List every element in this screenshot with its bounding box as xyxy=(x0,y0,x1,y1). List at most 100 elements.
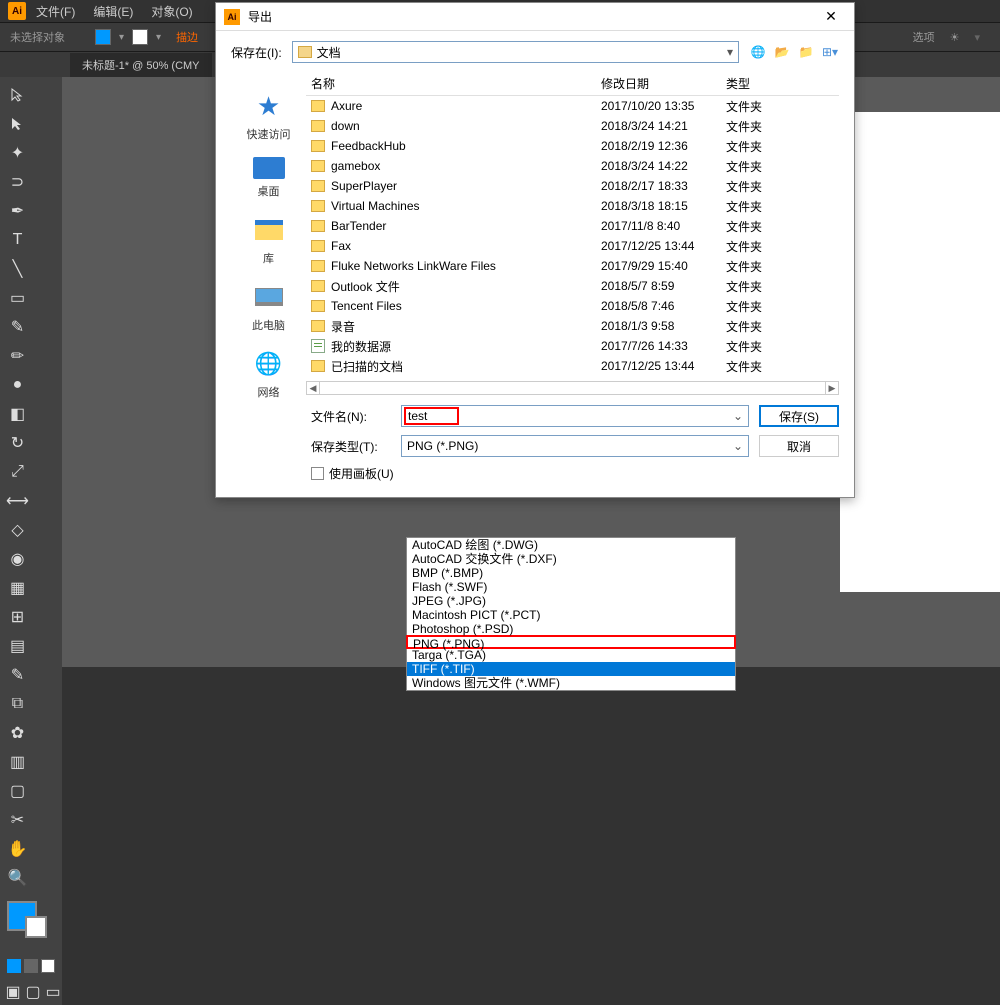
menu-file[interactable]: 文件(F) xyxy=(36,3,75,20)
location-dropdown[interactable]: 文档 xyxy=(292,41,739,63)
filetype-dropdown[interactable]: PNG (*.PNG) xyxy=(401,435,749,457)
dropdown-option[interactable]: Photoshop (*.PSD) xyxy=(407,622,735,636)
fill-dropdown-icon[interactable]: ▾ xyxy=(119,32,124,43)
library-icon xyxy=(253,214,285,246)
sidebar-quickaccess[interactable]: ★ 快速访问 xyxy=(247,90,291,142)
menu-edit[interactable]: 编辑(E) xyxy=(93,3,133,20)
screen-mode-2[interactable]: ▢ xyxy=(24,983,42,1001)
scale-tool[interactable]: ⤢ xyxy=(4,458,31,485)
file-row[interactable]: 我的数据源2017/7/26 14:33文件夹 xyxy=(306,336,839,356)
eraser-tool[interactable]: ◧ xyxy=(4,400,31,427)
document-tab[interactable]: 未标题-1* @ 50% (CMY xyxy=(70,53,212,77)
sidebar-computer[interactable]: 此电脑 xyxy=(252,281,285,333)
tools-panel: ✦ ⊃ ✒ T ╲ ▭ ✎ ✏ ● ◧ ↻ ⤢ ⟷ ◇ ◉ ▦ ⊞ ▤ ✎ ⧉ … xyxy=(0,77,62,1005)
header-type[interactable]: 类型 xyxy=(726,75,750,92)
scroll-left[interactable]: ◀ xyxy=(306,381,320,395)
file-row[interactable]: FeedbackHub2018/2/19 12:36文件夹 xyxy=(306,136,839,156)
computer-icon xyxy=(253,281,285,313)
sidebar-network[interactable]: 🌐 网络 xyxy=(253,348,285,400)
scroll-right[interactable]: ▶ xyxy=(825,381,839,395)
menu-object[interactable]: 对象(O) xyxy=(151,3,192,20)
dropdown-option[interactable]: TIFF (*.TIF) xyxy=(407,662,735,676)
file-row[interactable]: Axure2017/10/20 13:35文件夹 xyxy=(306,96,839,116)
header-date[interactable]: 修改日期 xyxy=(601,75,726,92)
perspective-tool[interactable]: ▦ xyxy=(4,574,31,601)
slice-tool[interactable]: ✂ xyxy=(4,806,31,833)
width-tool[interactable]: ⟷ xyxy=(4,487,31,514)
brightness-icon[interactable]: ☀ xyxy=(950,31,960,44)
dropdown-option[interactable]: AutoCAD 交换文件 (*.DXF) xyxy=(407,552,735,566)
mesh-tool[interactable]: ⊞ xyxy=(4,603,31,630)
shape-builder-tool[interactable]: ◉ xyxy=(4,545,31,572)
paintbrush-tool[interactable]: ✎ xyxy=(4,313,31,340)
back-icon[interactable]: 🌐 xyxy=(749,43,767,61)
pen-tool[interactable]: ✒ xyxy=(4,197,31,224)
dialog-title: 导出 xyxy=(248,8,816,25)
dropdown-option[interactable]: PNG (*.PNG) xyxy=(406,635,736,649)
filename-input[interactable]: test xyxy=(401,405,749,427)
line-tool[interactable]: ╲ xyxy=(4,255,31,282)
dropdown-option[interactable]: Macintosh PICT (*.PCT) xyxy=(407,608,735,622)
blob-brush-tool[interactable]: ● xyxy=(4,371,31,398)
file-row[interactable]: gamebox2018/3/24 14:22文件夹 xyxy=(306,156,839,176)
file-row[interactable]: Virtual Machines2018/3/18 18:15文件夹 xyxy=(306,196,839,216)
file-row[interactable]: Fluke Networks LinkWare Files2017/9/29 1… xyxy=(306,256,839,276)
stroke-dropdown-icon[interactable]: ▾ xyxy=(156,32,161,43)
close-button[interactable]: ✕ xyxy=(816,3,846,31)
swatch-none[interactable] xyxy=(41,959,55,973)
pencil-tool[interactable]: ✏ xyxy=(4,342,31,369)
file-row[interactable]: 录音2018/1/3 9:58文件夹 xyxy=(306,316,839,336)
dropdown-option[interactable]: Flash (*.SWF) xyxy=(407,580,735,594)
ai-logo: Ai xyxy=(8,2,26,20)
dropdown-option[interactable]: BMP (*.BMP) xyxy=(407,566,735,580)
file-row[interactable]: SuperPlayer2018/2/17 18:33文件夹 xyxy=(306,176,839,196)
sidebar-desktop[interactable]: 桌面 xyxy=(253,157,285,199)
file-row[interactable]: Outlook 文件2018/5/7 8:59文件夹 xyxy=(306,276,839,296)
selection-tool[interactable] xyxy=(4,81,31,108)
magic-wand-tool[interactable]: ✦ xyxy=(4,139,31,166)
zoom-tool[interactable]: 🔍 xyxy=(4,864,31,891)
cancel-button[interactable]: 取消 xyxy=(759,435,839,457)
blend-tool[interactable]: ⧉ xyxy=(4,690,31,717)
background-color[interactable] xyxy=(25,916,47,938)
up-icon[interactable]: 📂 xyxy=(773,43,791,61)
file-row[interactable]: Fax2017/12/25 13:44文件夹 xyxy=(306,236,839,256)
type-tool[interactable]: T xyxy=(4,226,31,253)
new-folder-icon[interactable]: 📁 xyxy=(797,43,815,61)
artboard-tool[interactable]: ▢ xyxy=(4,777,31,804)
stroke-swatch[interactable] xyxy=(132,29,148,45)
lasso-tool[interactable]: ⊃ xyxy=(4,168,31,195)
free-transform-tool[interactable]: ◇ xyxy=(4,516,31,543)
file-row[interactable]: down2018/3/24 14:21文件夹 xyxy=(306,116,839,136)
rectangle-tool[interactable]: ▭ xyxy=(4,284,31,311)
fill-swatch[interactable] xyxy=(95,29,111,45)
network-icon: 🌐 xyxy=(253,348,285,380)
screen-mode-3[interactable]: ▭ xyxy=(44,983,62,1001)
file-row[interactable]: 已扫描的文档2017/12/25 13:44文件夹 xyxy=(306,356,839,376)
screen-mode-1[interactable]: ▣ xyxy=(4,983,22,1001)
sidebar-library[interactable]: 库 xyxy=(253,214,285,266)
swatch-gray[interactable] xyxy=(24,959,38,973)
dropdown-option[interactable]: JPEG (*.JPG) xyxy=(407,594,735,608)
swatch-color[interactable] xyxy=(7,959,21,973)
header-name[interactable]: 名称 xyxy=(306,75,601,92)
artboard[interactable] xyxy=(840,112,1000,592)
scroll-track[interactable] xyxy=(320,381,825,395)
column-graph-tool[interactable]: ▥ xyxy=(4,748,31,775)
view-icon[interactable]: ⊞▾ xyxy=(821,43,839,61)
symbol-sprayer-tool[interactable]: ✿ xyxy=(4,719,31,746)
direct-selection-tool[interactable] xyxy=(4,110,31,137)
options-label[interactable]: 选项 xyxy=(913,29,935,45)
file-row[interactable]: Tencent Files2018/5/8 7:46文件夹 xyxy=(306,296,839,316)
folder-icon xyxy=(298,46,312,58)
file-row[interactable]: BarTender2017/11/8 8:40文件夹 xyxy=(306,216,839,236)
rotate-tool[interactable]: ↻ xyxy=(4,429,31,456)
eyedropper-tool[interactable]: ✎ xyxy=(4,661,31,688)
dropdown-option[interactable]: Targa (*.TGA) xyxy=(407,648,735,662)
dropdown-option[interactable]: Windows 图元文件 (*.WMF) xyxy=(407,676,735,690)
hand-tool[interactable]: ✋ xyxy=(4,835,31,862)
dropdown-option[interactable]: AutoCAD 绘图 (*.DWG) xyxy=(407,538,735,552)
artboards-checkbox[interactable] xyxy=(311,467,324,480)
save-button[interactable]: 保存(S) xyxy=(759,405,839,427)
gradient-tool[interactable]: ▤ xyxy=(4,632,31,659)
